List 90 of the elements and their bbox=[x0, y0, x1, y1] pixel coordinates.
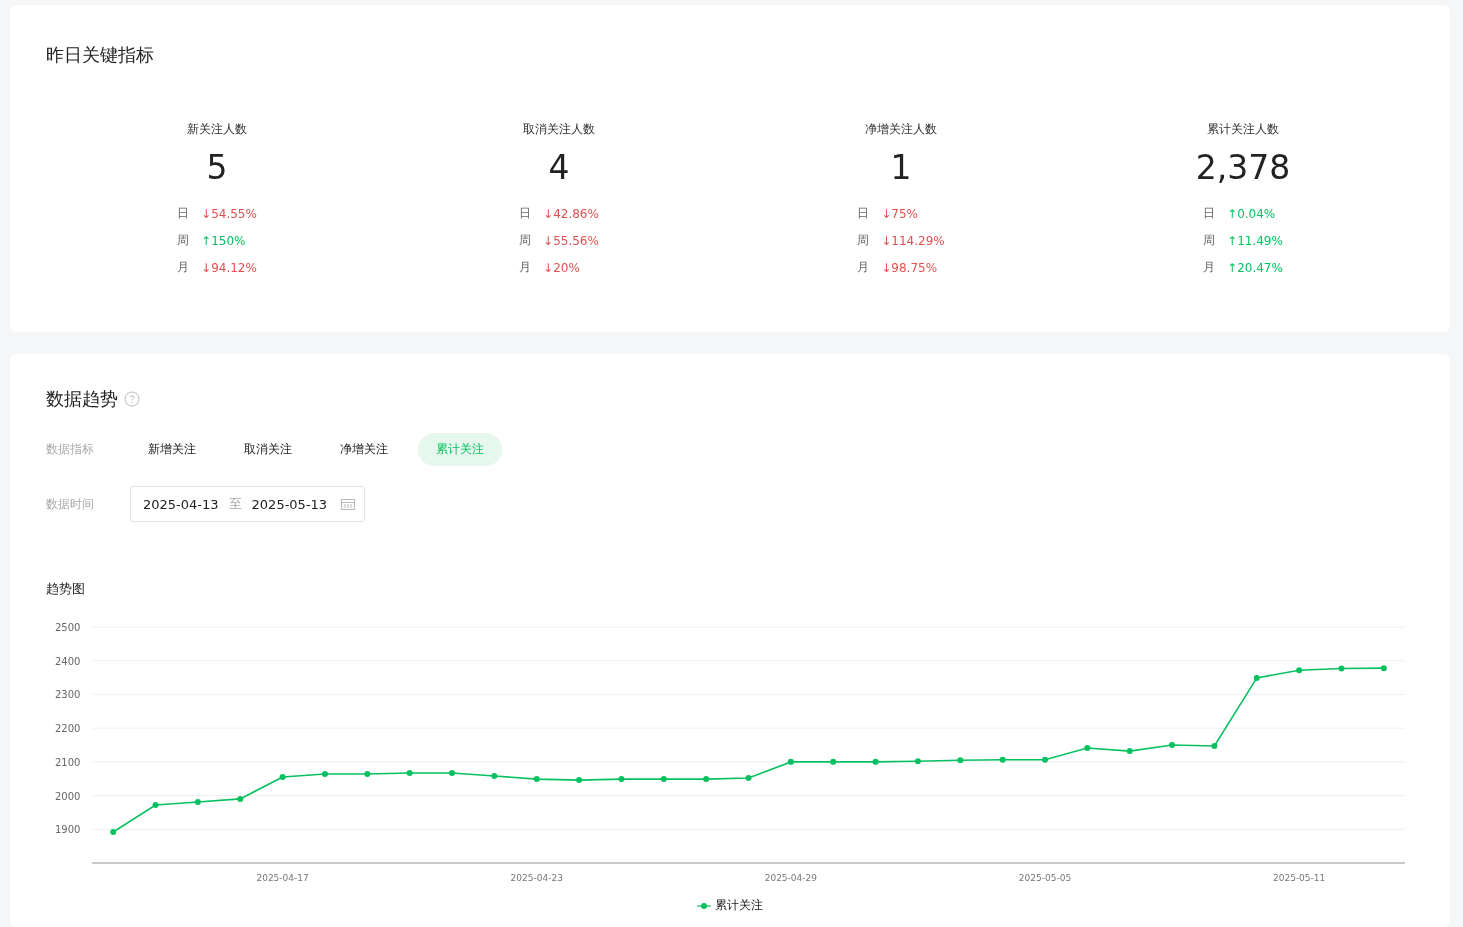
data-point bbox=[321, 771, 328, 777]
data-point bbox=[660, 776, 667, 783]
data-point bbox=[533, 776, 540, 783]
end-date: 2025-05-13 bbox=[251, 496, 328, 512]
data-point bbox=[279, 774, 286, 781]
x-tick-label: 2025-04-29 bbox=[764, 873, 817, 883]
data-point bbox=[830, 758, 837, 765]
metric-value: 5 bbox=[206, 148, 228, 187]
data-point bbox=[1380, 665, 1387, 672]
start-date: 2025-04-13 bbox=[143, 496, 219, 512]
compare-value: ↓94.12% bbox=[201, 260, 257, 275]
data-point bbox=[449, 770, 455, 776]
section-title: 昨日关键指标 bbox=[46, 43, 155, 67]
y-tick-label: 2500 bbox=[55, 622, 81, 633]
chart-title: 趋势图 bbox=[46, 580, 86, 598]
y-tick-label: 1900 bbox=[55, 824, 81, 836]
compare-label: 月 bbox=[177, 259, 190, 276]
section-title: 数据趋势 bbox=[46, 387, 118, 411]
compare-label: 周 bbox=[177, 232, 190, 249]
data-point bbox=[1084, 745, 1091, 752]
compare-value: ↓75% bbox=[881, 206, 918, 221]
compare-value: ↓98.75% bbox=[881, 260, 938, 275]
compare-label: 日 bbox=[519, 205, 532, 222]
legend-label: 累计关注 bbox=[715, 897, 763, 914]
x-tick-label: 2025-05-05 bbox=[1018, 873, 1072, 883]
compare-label: 月 bbox=[519, 259, 532, 276]
help-icon[interactable] bbox=[124, 391, 140, 407]
data-point bbox=[491, 773, 498, 779]
data-point bbox=[703, 776, 710, 783]
compare-value: ↑0.04% bbox=[1227, 206, 1276, 221]
compare-label: 周 bbox=[519, 232, 532, 249]
compare-value: ↓114.29% bbox=[881, 233, 945, 248]
y-tick-label: 2400 bbox=[55, 655, 81, 667]
compare-value: ↑20.47% bbox=[1227, 260, 1283, 275]
compare-label: 周 bbox=[1203, 232, 1216, 249]
data-point bbox=[237, 795, 244, 802]
indicator-tab[interactable]: 新增关注 bbox=[130, 433, 214, 466]
data-point bbox=[1042, 756, 1048, 763]
data-point bbox=[110, 829, 117, 835]
y-tick-label: 2000 bbox=[55, 790, 81, 802]
metric-label: 新关注人数 bbox=[187, 121, 247, 138]
x-tick-label: 2025-04-17 bbox=[256, 873, 309, 883]
range-separator: 至 bbox=[228, 495, 242, 513]
compare-label: 月 bbox=[857, 259, 870, 276]
y-tick-label: 2100 bbox=[55, 756, 81, 768]
data-point bbox=[914, 758, 921, 765]
metric-label: 净增关注人数 bbox=[865, 121, 937, 138]
data-point bbox=[787, 758, 794, 765]
data-point bbox=[1211, 743, 1218, 749]
metric-value: 4 bbox=[548, 148, 570, 187]
compare-label: 月 bbox=[1203, 259, 1216, 276]
data-point bbox=[618, 776, 625, 783]
metric-value: 2,378 bbox=[1195, 148, 1291, 187]
data-point bbox=[152, 802, 159, 808]
compare-label: 日 bbox=[857, 205, 870, 222]
compare-value: ↓55.56% bbox=[543, 233, 599, 248]
data-point bbox=[576, 777, 583, 784]
compare-value: ↓54.55% bbox=[201, 206, 257, 221]
x-tick-label: 2025-05-11 bbox=[1272, 873, 1326, 883]
date-range-field[interactable]: 2025-04-13 至 2025-05-13 bbox=[130, 486, 366, 522]
metric-label: 累计关注人数 bbox=[1207, 121, 1279, 138]
compare-label: 日 bbox=[177, 205, 190, 222]
filter-label: 数据指标 bbox=[46, 441, 95, 458]
y-tick-label: 2300 bbox=[55, 689, 81, 701]
filter-label: 数据时间 bbox=[46, 495, 95, 513]
data-point bbox=[194, 799, 201, 805]
data-point bbox=[1253, 674, 1260, 681]
compare-value: ↓42.86% bbox=[543, 206, 599, 221]
compare-value: ↑11.49% bbox=[1227, 233, 1283, 248]
data-point bbox=[1296, 667, 1303, 674]
compare-label: 周 bbox=[857, 232, 870, 249]
data-point bbox=[1126, 748, 1133, 755]
compare-value: ↓20% bbox=[543, 260, 580, 275]
data-point bbox=[745, 775, 752, 782]
data-point bbox=[999, 756, 1006, 763]
calendar-icon bbox=[341, 498, 356, 510]
indicator-tab[interactable]: 取消关注 bbox=[226, 433, 310, 466]
metric-value: 1 bbox=[890, 148, 912, 187]
data-point bbox=[364, 771, 371, 777]
metric-label: 取消关注人数 bbox=[523, 121, 595, 138]
data-point bbox=[406, 770, 413, 776]
compare-value: ↑150% bbox=[201, 233, 246, 248]
indicator-tab[interactable]: 净增关注 bbox=[322, 433, 406, 466]
data-point bbox=[957, 757, 964, 764]
y-tick-label: 2200 bbox=[55, 723, 81, 735]
compare-label: 日 bbox=[1203, 205, 1216, 222]
data-point bbox=[1169, 742, 1176, 748]
data-point bbox=[1338, 665, 1345, 672]
data-point bbox=[872, 758, 879, 765]
x-tick-label: 2025-04-23 bbox=[510, 873, 563, 883]
